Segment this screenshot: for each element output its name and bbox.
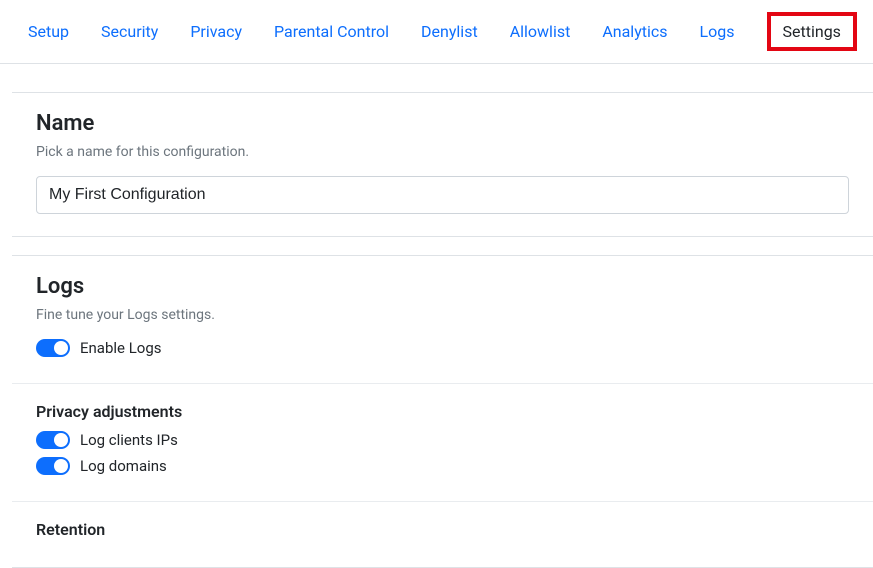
tab-analytics[interactable]: Analytics <box>602 22 667 41</box>
logs-subtitle: Fine tune your Logs settings. <box>36 307 849 323</box>
retention-block: Retention <box>12 501 873 567</box>
log-clients-ips-label: Log clients IPs <box>80 431 178 449</box>
log-clients-ips-row: Log clients IPs <box>36 431 849 449</box>
logs-main-block: Logs Fine tune your Logs settings. Enabl… <box>12 256 873 383</box>
tab-privacy[interactable]: Privacy <box>190 22 242 41</box>
tab-logs[interactable]: Logs <box>700 22 735 41</box>
tab-allowlist[interactable]: Allowlist <box>510 22 571 41</box>
tab-parental-control[interactable]: Parental Control <box>274 22 389 41</box>
tab-denylist[interactable]: Denylist <box>421 22 478 41</box>
tab-settings-active-highlight: Settings <box>767 12 857 51</box>
tab-bar: Setup Security Privacy Parental Control … <box>0 0 873 64</box>
enable-logs-row: Enable Logs <box>36 339 849 357</box>
logs-panel: Logs Fine tune your Logs settings. Enabl… <box>12 255 873 568</box>
configuration-name-input[interactable] <box>36 176 849 214</box>
name-title: Name <box>36 111 849 136</box>
logs-title: Logs <box>36 274 849 299</box>
log-clients-ips-toggle[interactable] <box>36 431 70 449</box>
log-domains-row: Log domains <box>36 457 849 475</box>
privacy-adjustments-title: Privacy adjustments <box>36 402 849 421</box>
retention-title: Retention <box>36 520 849 539</box>
name-panel: Name Pick a name for this configuration. <box>12 92 873 237</box>
enable-logs-toggle[interactable] <box>36 339 70 357</box>
log-domains-label: Log domains <box>80 457 167 475</box>
tab-security[interactable]: Security <box>101 22 158 41</box>
tab-settings[interactable]: Settings <box>783 22 841 41</box>
log-domains-toggle[interactable] <box>36 457 70 475</box>
enable-logs-label: Enable Logs <box>80 339 162 357</box>
tab-setup[interactable]: Setup <box>28 22 69 41</box>
name-subtitle: Pick a name for this configuration. <box>36 144 849 160</box>
privacy-adjustments-block: Privacy adjustments Log clients IPs Log … <box>12 383 873 501</box>
